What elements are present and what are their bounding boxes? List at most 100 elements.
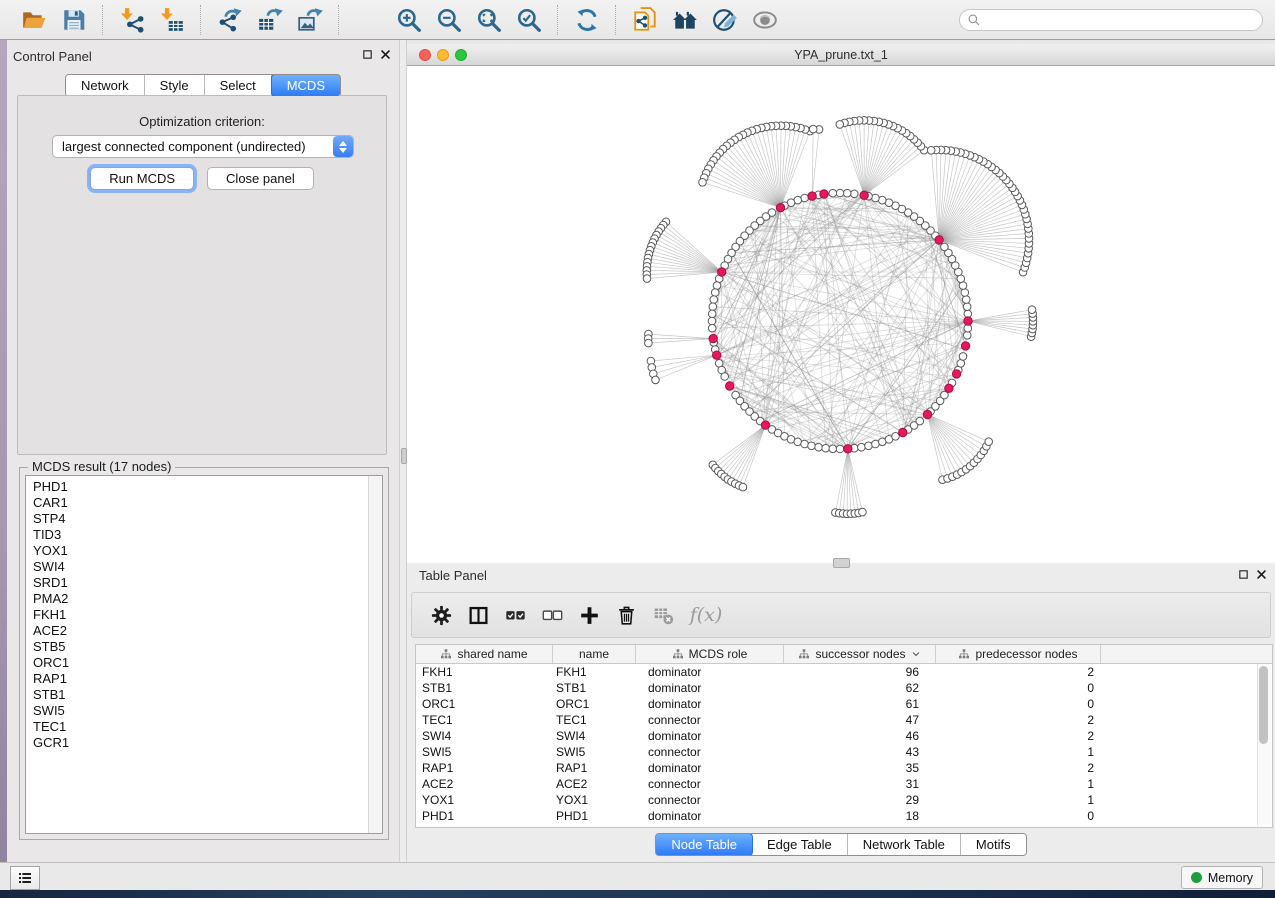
- column-header-name[interactable]: name: [553, 645, 636, 663]
- tab-node-table[interactable]: Node Table: [655, 833, 753, 856]
- network-node[interactable]: [935, 236, 943, 244]
- tab-select[interactable]: Select: [205, 75, 272, 96]
- table-scrollbar-thumb[interactable]: [1259, 666, 1268, 744]
- zoom-selected-icon[interactable]: [514, 5, 544, 35]
- network-node[interactable]: [815, 443, 823, 451]
- network-node[interactable]: [809, 125, 817, 133]
- show-graphics-icon[interactable]: [750, 5, 780, 35]
- network-node[interactable]: [776, 204, 784, 212]
- network-node[interactable]: [836, 121, 844, 129]
- mcds-result-item[interactable]: FKH1: [33, 607, 382, 623]
- float-panel-icon[interactable]: [362, 49, 373, 60]
- network-node[interactable]: [708, 317, 716, 325]
- mcds-result-item[interactable]: YOX1: [33, 543, 382, 559]
- table-row[interactable]: YOX1YOX1connector291: [416, 792, 1272, 808]
- network-node[interactable]: [829, 445, 837, 453]
- network-window-titlebar[interactable]: YPA_prune.txt_1: [407, 44, 1275, 66]
- delete-column-icon[interactable]: [615, 604, 637, 626]
- hide-style-icon[interactable]: [710, 5, 740, 35]
- network-node[interactable]: [959, 353, 967, 361]
- network-node[interactable]: [962, 296, 970, 304]
- column-settings-icon[interactable]: [430, 604, 452, 626]
- table-row[interactable]: FKH1FKH1dominator962: [416, 664, 1272, 680]
- tab-motifs[interactable]: Motifs: [961, 834, 1026, 855]
- tab-mcds[interactable]: MCDS: [271, 74, 341, 97]
- network-node[interactable]: [808, 442, 816, 450]
- network-node[interactable]: [709, 334, 717, 342]
- table-row[interactable]: ACE2ACE2connector311: [416, 776, 1272, 792]
- mcds-result-item[interactable]: PMA2: [33, 591, 382, 607]
- network-node[interactable]: [899, 428, 907, 436]
- network-node[interactable]: [843, 189, 851, 197]
- mcds-result-list[interactable]: PHD1CAR1STP4TID3YOX1SWI4SRD1PMA2FKH1ACE2…: [25, 475, 383, 834]
- tab-network[interactable]: Network: [66, 75, 145, 96]
- table-row[interactable]: RAP1RAP1dominator352: [416, 760, 1272, 776]
- mcds-result-item[interactable]: STB5: [33, 639, 382, 655]
- mcds-list-scrollbar[interactable]: [368, 476, 382, 833]
- network-node[interactable]: [836, 445, 844, 453]
- column-header-shared-name[interactable]: shared name: [416, 645, 553, 663]
- network-node[interactable]: [858, 443, 866, 451]
- network-canvas[interactable]: [407, 66, 1275, 563]
- float-table-panel-icon[interactable]: [1238, 569, 1249, 580]
- network-node[interactable]: [844, 445, 852, 453]
- search-input[interactable]: [959, 9, 1263, 31]
- import-table-icon[interactable]: [157, 5, 187, 35]
- run-mcds-button[interactable]: Run MCDS: [90, 167, 194, 190]
- network-node[interactable]: [916, 417, 924, 425]
- table-row[interactable]: ORC1ORC1dominator610: [416, 696, 1272, 712]
- network-node[interactable]: [718, 268, 726, 276]
- tab-edge-table[interactable]: Edge Table: [752, 834, 848, 855]
- network-node[interactable]: [941, 243, 949, 251]
- column-header-predecessor-nodes[interactable]: predecessor nodes: [936, 645, 1101, 663]
- network-node[interactable]: [964, 317, 972, 325]
- network-node[interactable]: [713, 351, 721, 359]
- network-node[interactable]: [711, 289, 719, 297]
- network-node[interactable]: [859, 508, 867, 516]
- close-table-panel-icon[interactable]: [1256, 569, 1267, 580]
- table-row[interactable]: SWI4SWI4dominator462: [416, 728, 1272, 744]
- zoom-out-icon[interactable]: [434, 5, 464, 35]
- network-node[interactable]: [945, 384, 953, 392]
- vertical-splitter[interactable]: [399, 40, 407, 862]
- network-node[interactable]: [643, 275, 651, 283]
- open-file-icon[interactable]: [19, 5, 49, 35]
- export-image-icon[interactable]: [295, 5, 325, 35]
- network-node[interactable]: [801, 440, 809, 448]
- network-node[interactable]: [645, 339, 653, 347]
- table-row[interactable]: TEC1TEC1connector472: [416, 712, 1272, 728]
- zoom-fit-icon[interactable]: [474, 5, 504, 35]
- network-node[interactable]: [927, 147, 935, 155]
- network-node[interactable]: [961, 289, 969, 297]
- split-panel-icon[interactable]: [467, 604, 489, 626]
- network-node[interactable]: [892, 433, 900, 441]
- network-node[interactable]: [708, 324, 716, 332]
- network-node[interactable]: [952, 370, 960, 378]
- network-node[interactable]: [860, 191, 868, 199]
- network-node[interactable]: [652, 376, 660, 384]
- add-column-icon[interactable]: [578, 604, 600, 626]
- save-session-icon[interactable]: [59, 5, 89, 35]
- network-node[interactable]: [851, 190, 859, 198]
- network-node[interactable]: [708, 310, 716, 318]
- column-header-MCDS-role[interactable]: MCDS role: [636, 645, 784, 663]
- network-node[interactable]: [761, 421, 769, 429]
- mcds-result-item[interactable]: ORC1: [33, 655, 382, 671]
- mcds-result-item[interactable]: STP4: [33, 511, 382, 527]
- mcds-result-item[interactable]: TID3: [33, 527, 382, 543]
- network-node[interactable]: [822, 444, 830, 452]
- mcds-result-item[interactable]: STB1: [33, 687, 382, 703]
- task-history-button[interactable]: [10, 866, 40, 890]
- table-scrollbar[interactable]: [1257, 664, 1271, 826]
- memory-button[interactable]: Memory: [1181, 866, 1263, 889]
- network-node[interactable]: [726, 382, 734, 390]
- network-node[interactable]: [985, 438, 993, 446]
- show-all-columns-icon[interactable]: [504, 604, 526, 626]
- network-node[interactable]: [709, 303, 717, 311]
- network-node[interactable]: [963, 332, 971, 340]
- mcds-result-item[interactable]: PHD1: [33, 479, 382, 495]
- mcds-result-item[interactable]: RAP1: [33, 671, 382, 687]
- import-network-icon[interactable]: [117, 5, 147, 35]
- table-row[interactable]: SWI5SWI5connector431: [416, 744, 1272, 760]
- tab-network-table[interactable]: Network Table: [848, 834, 961, 855]
